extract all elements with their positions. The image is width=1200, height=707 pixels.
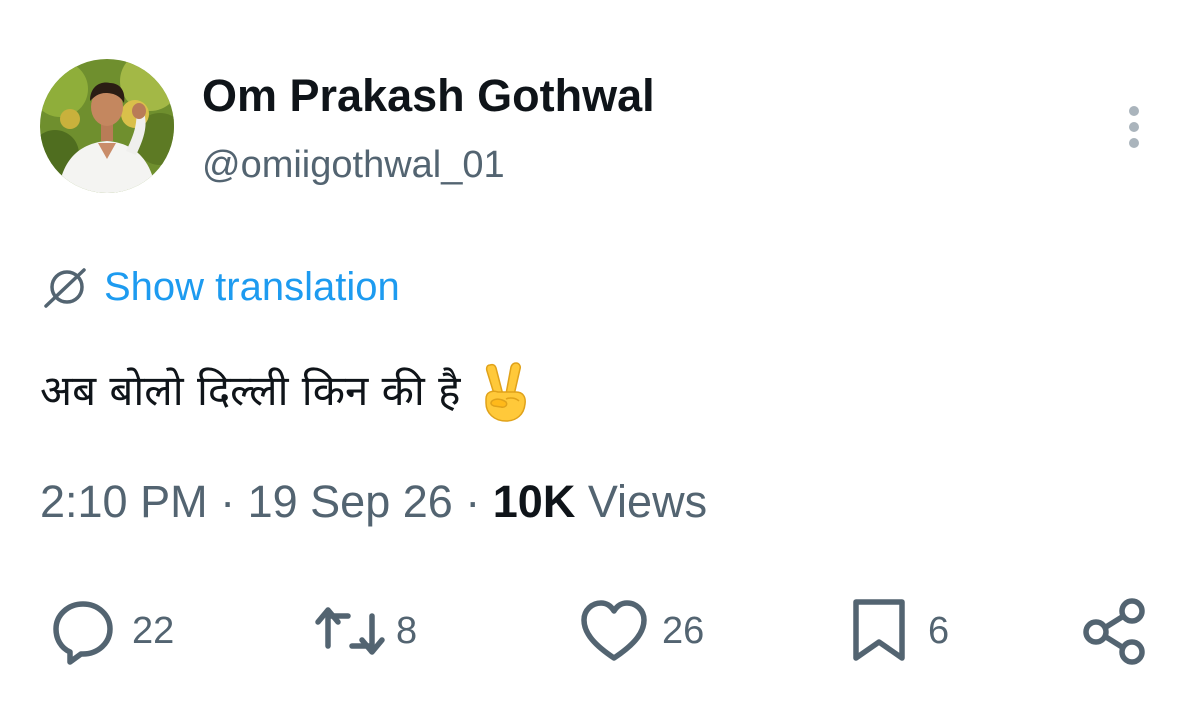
globe-icon	[44, 268, 86, 308]
more-dot-icon	[1129, 122, 1139, 132]
more-dot-icon	[1129, 106, 1139, 116]
views-count[interactable]: 10K	[493, 476, 576, 527]
heart-icon	[581, 600, 647, 661]
bookmark-icon	[853, 599, 905, 661]
tweet-date[interactable]: 19 Sep 26	[248, 476, 453, 527]
more-options-button[interactable]	[1112, 102, 1156, 152]
meta-separator: ·	[207, 476, 248, 527]
tweet-time[interactable]: 2:10 PM	[40, 476, 208, 527]
show-translation-label: Show translation	[104, 265, 400, 309]
views-label[interactable]: Views	[575, 476, 707, 527]
reply-icon	[53, 601, 113, 665]
author-display-name[interactable]: Om Prakash Gothwal	[202, 70, 655, 122]
tweet-body: अब बोलो दिल्ली किन की है	[40, 366, 461, 415]
meta-separator: ·	[452, 476, 493, 527]
reply-count: 22	[132, 610, 175, 652]
repost-icon	[315, 607, 385, 655]
reply-button[interactable]: 22	[48, 596, 174, 666]
tweet-text: अब बोलो दिल्ली किन की है	[40, 356, 532, 426]
tweet-meta: 2:10 PM · 19 Sep 26 · 10K Views	[40, 474, 707, 530]
share-icon	[1083, 598, 1145, 665]
bookmark-button[interactable]: 6	[844, 596, 949, 666]
avatar[interactable]	[40, 59, 174, 193]
repost-button[interactable]: 8	[310, 596, 417, 666]
victory-hand-emoji	[485, 362, 527, 422]
share-button[interactable]	[1080, 596, 1150, 666]
profile-photo	[40, 59, 174, 193]
like-count: 26	[662, 610, 705, 652]
repost-count: 8	[396, 610, 418, 652]
like-button[interactable]: 26	[576, 596, 704, 666]
show-translation-link[interactable]: Show translation	[40, 262, 400, 312]
more-dot-icon	[1129, 138, 1139, 148]
author-handle[interactable]: @omiigothwal_01	[202, 142, 505, 188]
bookmark-count: 6	[928, 610, 950, 652]
